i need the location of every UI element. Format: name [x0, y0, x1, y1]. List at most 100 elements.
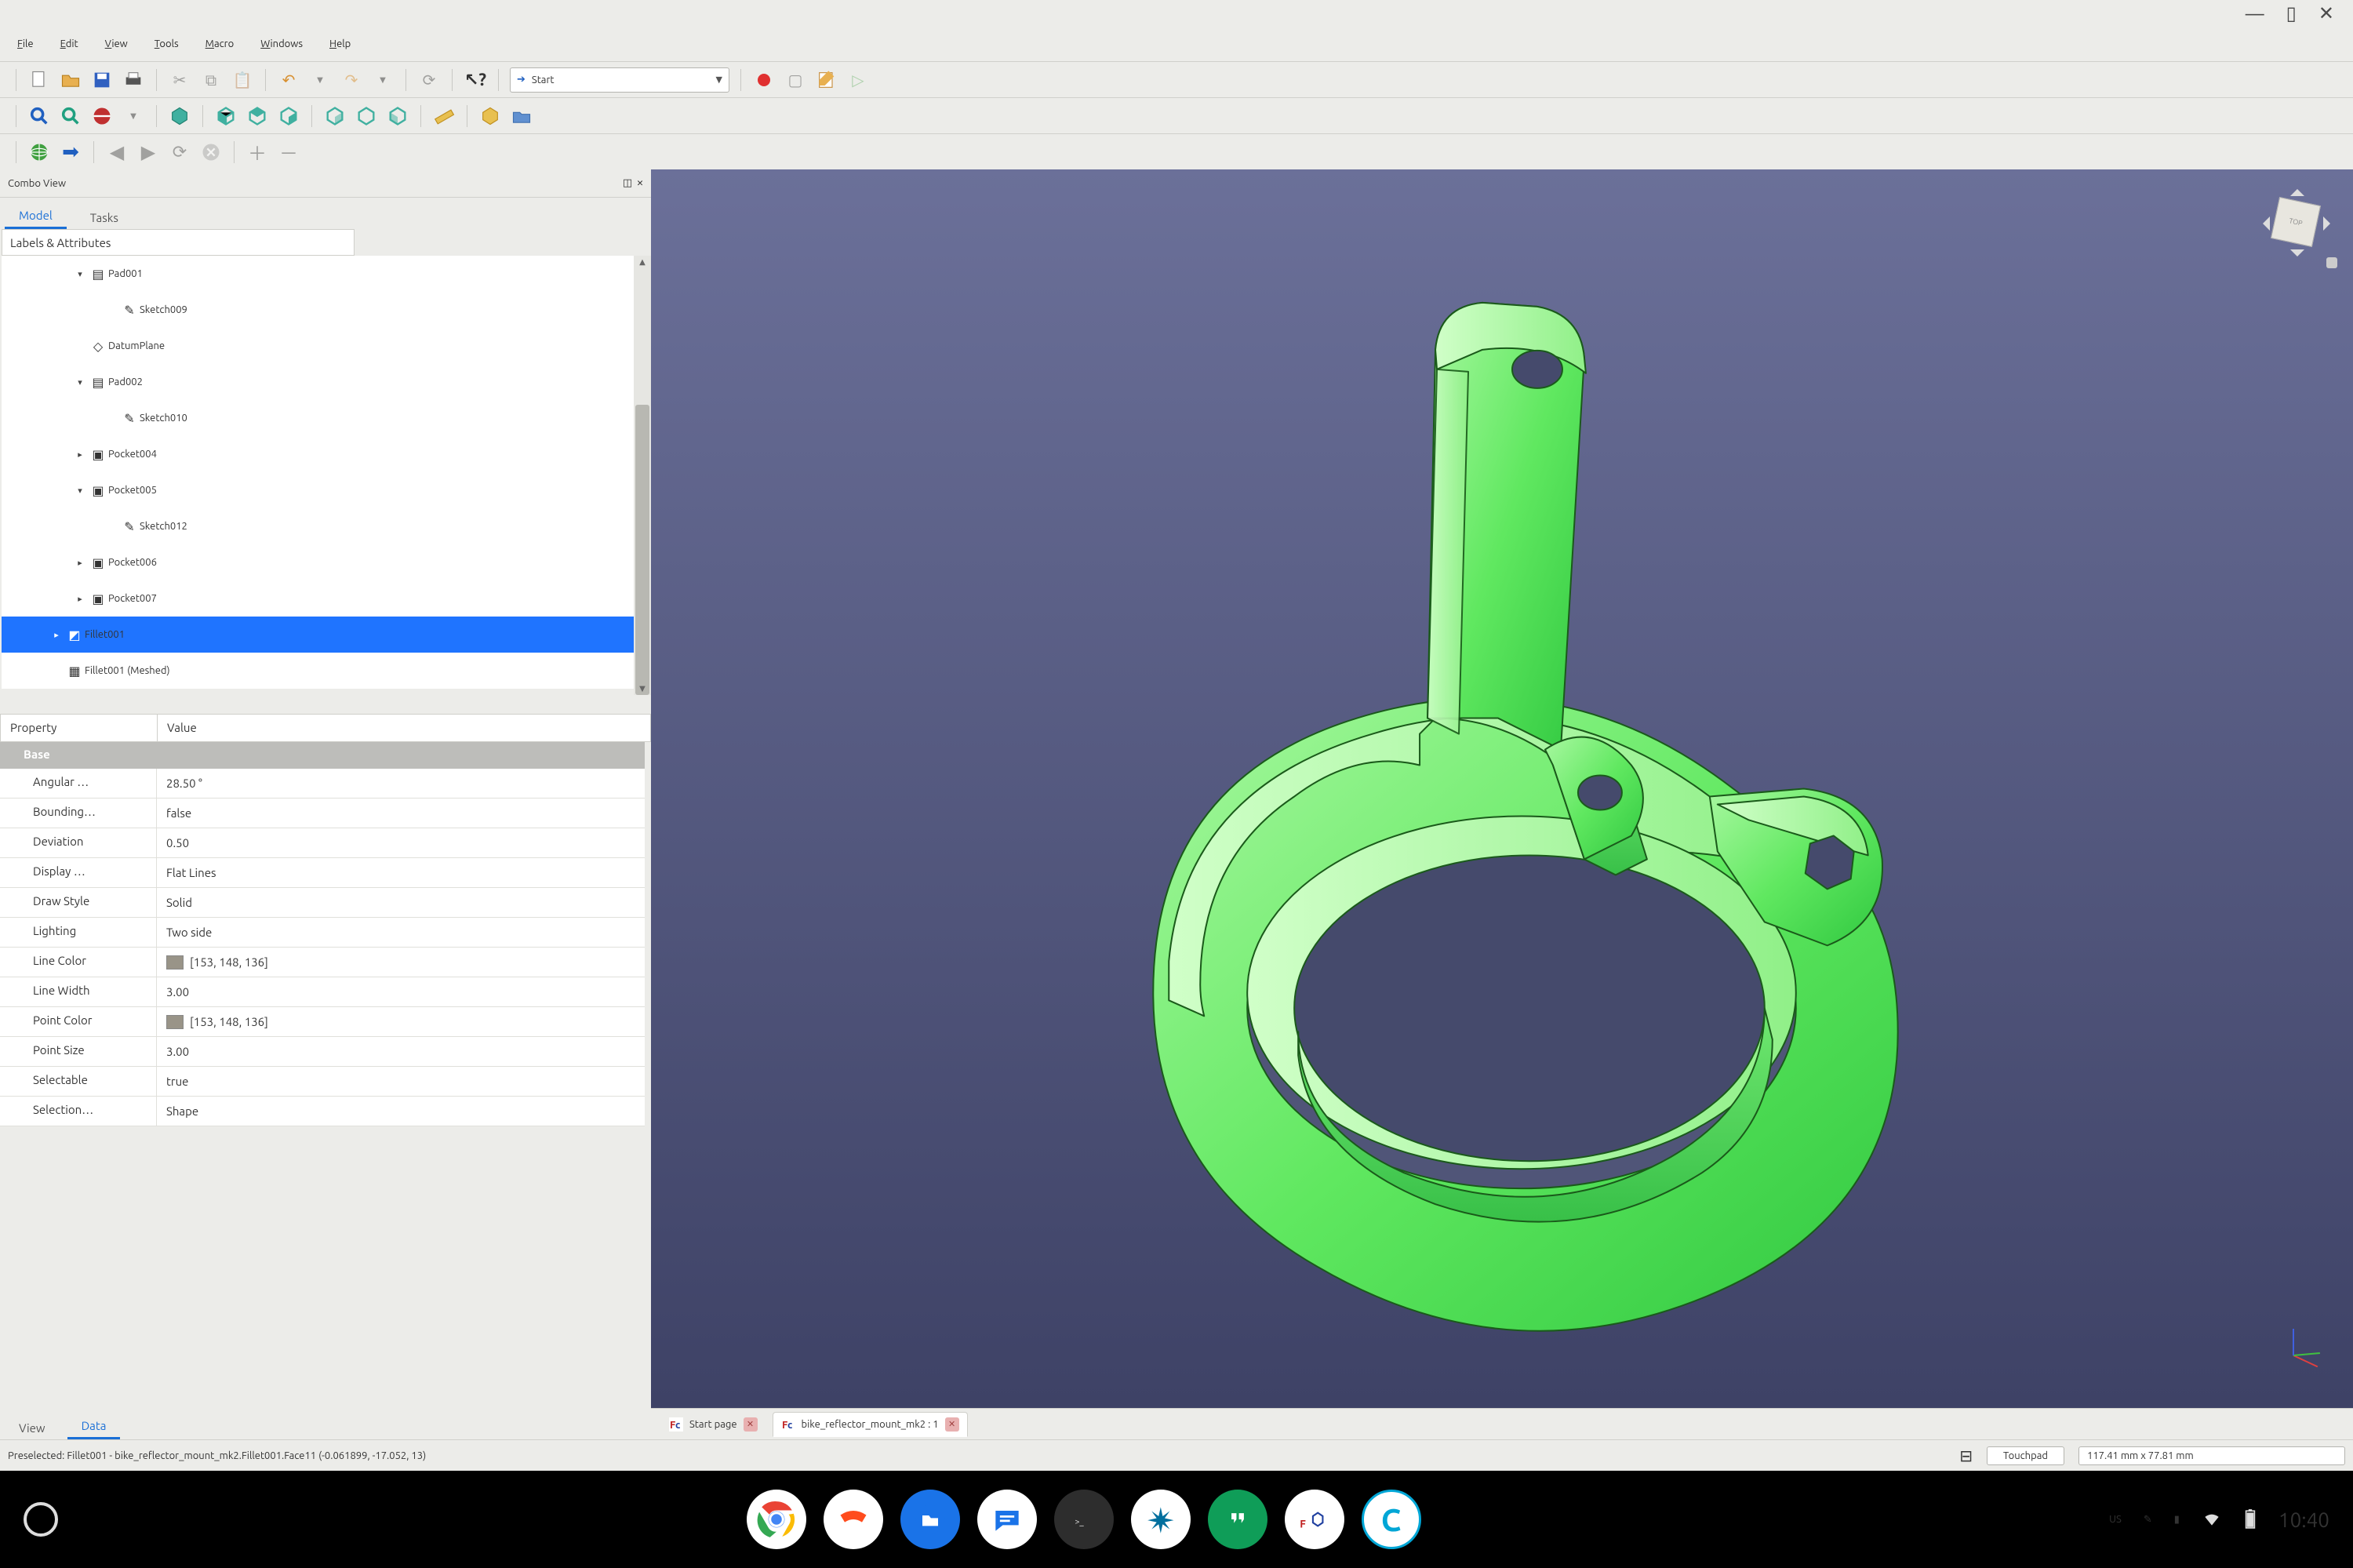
close-button[interactable]: ✕ [2318, 2, 2334, 24]
nav-refresh-button[interactable]: ⟳ [168, 140, 191, 164]
terminal-icon[interactable]: >_ [1054, 1490, 1114, 1549]
workbench-selector[interactable]: ➔Start ▼ [510, 67, 729, 93]
freecad-icon[interactable]: F [1285, 1490, 1344, 1549]
property-row[interactable]: Angular …28.50 ° [0, 769, 645, 799]
whatsthis-button[interactable]: ↖? [464, 68, 487, 92]
stylus-icon[interactable]: ✎ [2144, 1514, 2152, 1526]
paste-button[interactable]: 📋 [231, 68, 254, 92]
property-row[interactable]: Deviation0.50 [0, 828, 645, 858]
zoom-out-button[interactable]: － [277, 140, 300, 164]
new-file-button[interactable] [27, 68, 51, 92]
group-button[interactable] [510, 104, 533, 128]
macro-run-button[interactable]: ▷ [846, 68, 870, 92]
clock[interactable]: 10:40 [2278, 1508, 2329, 1531]
macro-edit-button[interactable] [815, 68, 838, 92]
app-icon-blue[interactable] [1131, 1490, 1191, 1549]
fit-all-button[interactable] [27, 104, 51, 128]
doc-tab-start[interactable]: Fc Start page ✕ [660, 1412, 766, 1437]
close-panel-icon[interactable]: ✕ [637, 177, 643, 189]
undo-menu[interactable]: ▼ [308, 68, 332, 92]
maximize-button[interactable]: ▯ [2286, 2, 2297, 24]
launcher-button[interactable] [24, 1502, 58, 1537]
menu-windows[interactable]: Windows [260, 38, 303, 49]
tree-item[interactable]: ▸▣Pocket007 [2, 580, 645, 617]
minimize-button[interactable]: — [2246, 3, 2264, 24]
isometric-button[interactable] [168, 104, 191, 128]
print-button[interactable] [122, 68, 145, 92]
tree-header[interactable]: Labels & Attributes [2, 229, 355, 256]
nav-style[interactable]: Touchpad [1987, 1446, 2064, 1465]
fit-selection-button[interactable] [59, 104, 82, 128]
tree-item[interactable]: ▾▤Pad002 [2, 364, 645, 400]
close-tab-icon[interactable]: ✕ [744, 1417, 758, 1432]
tree-item[interactable]: ✎Sketch012 [2, 508, 645, 544]
macro-record-button[interactable] [752, 68, 776, 92]
draw-style-button[interactable] [90, 104, 114, 128]
copy-button[interactable]: ⧉ [199, 68, 223, 92]
undock-icon[interactable]: ◫ [623, 177, 632, 189]
cura-icon[interactable]: C [1362, 1490, 1421, 1549]
tab-tasks[interactable]: Tasks [76, 205, 133, 229]
redo-menu[interactable]: ▼ [371, 68, 395, 92]
nav-forward-button[interactable]: ▶ [136, 140, 160, 164]
tree-item[interactable]: ✎Sketch009 [2, 292, 645, 328]
tree-item[interactable]: ▸◩Fillet001 [2, 617, 645, 653]
macro-stop-button[interactable]: ▢ [784, 68, 807, 92]
refresh-button[interactable]: ⟳ [417, 68, 441, 92]
close-tab-icon[interactable]: ✕ [945, 1417, 959, 1432]
tree-item[interactable]: ▾▤Pad001 [2, 256, 645, 292]
bottom-view-button[interactable] [355, 104, 378, 128]
redo-button[interactable]: ↷ [340, 68, 363, 92]
right-view-button[interactable] [277, 104, 300, 128]
tab-view[interactable]: View [5, 1415, 60, 1439]
property-row[interactable]: Selectabletrue [0, 1067, 645, 1097]
tree-item[interactable]: ▦Fillet001 (Meshed) [2, 653, 645, 689]
front-view-button[interactable] [214, 104, 238, 128]
tree-item[interactable]: ▸▣Pocket006 [2, 544, 645, 580]
notification-icon[interactable]: ▮ [2174, 1514, 2180, 1526]
menu-file[interactable]: File [17, 38, 34, 49]
menu-tools[interactable]: Tools [155, 38, 179, 49]
part-button[interactable] [478, 104, 502, 128]
save-button[interactable] [90, 68, 114, 92]
mouse-mode-icon[interactable]: ⊟ [1959, 1446, 1973, 1465]
tree-scrollbar[interactable]: ▲▼ [634, 256, 651, 695]
tab-model[interactable]: Model [5, 202, 67, 229]
battery-icon[interactable] [2244, 1508, 2257, 1531]
lang-indicator[interactable]: US [2109, 1514, 2122, 1525]
tree-item[interactable]: ▸▣Pocket004 [2, 436, 645, 472]
property-row[interactable]: Line Color[153, 148, 136] [0, 948, 645, 977]
nav-back-button[interactable]: ◀ [105, 140, 129, 164]
property-row[interactable]: Line Width3.00 [0, 977, 645, 1007]
navigation-cube[interactable]: TOP [2257, 184, 2336, 262]
doc-tab-document[interactable]: Fc bike_reflector_mount_mk2 : 1 ✕ [773, 1412, 968, 1437]
open-file-button[interactable] [59, 68, 82, 92]
chrome-icon[interactable] [747, 1490, 806, 1549]
nav-stop-button[interactable] [199, 140, 223, 164]
web-home-button[interactable] [27, 140, 51, 164]
menu-macro[interactable]: Macro [205, 38, 235, 49]
tree-item[interactable]: ✎Sketch010 [2, 400, 645, 436]
zoom-in-button[interactable]: ＋ [245, 140, 269, 164]
draw-style-menu[interactable]: ▼ [122, 104, 145, 128]
3d-viewport[interactable]: TOP [651, 169, 2353, 1408]
top-view-button[interactable] [245, 104, 269, 128]
web-next-button[interactable]: ➡ [59, 140, 82, 164]
wifi-icon[interactable] [2202, 1508, 2222, 1531]
property-row[interactable]: Bounding…false [0, 799, 645, 828]
cut-button[interactable]: ✂ [168, 68, 191, 92]
hangouts-icon[interactable] [1208, 1490, 1267, 1549]
menu-view[interactable]: View [105, 38, 128, 49]
stadia-icon[interactable] [824, 1490, 883, 1549]
left-view-button[interactable] [386, 104, 409, 128]
menu-edit[interactable]: Edit [60, 38, 78, 49]
tree-item[interactable]: ◇DatumPlane [2, 328, 645, 364]
property-row[interactable]: LightingTwo side [0, 918, 645, 948]
property-row[interactable]: Display …Flat Lines [0, 858, 645, 888]
undo-button[interactable]: ↶ [277, 68, 300, 92]
files-icon[interactable] [900, 1490, 960, 1549]
property-row[interactable]: Selection…Shape [0, 1097, 645, 1126]
property-row[interactable]: Point Color[153, 148, 136] [0, 1007, 645, 1037]
property-row[interactable]: Point Size3.00 [0, 1037, 645, 1067]
property-row[interactable]: Draw StyleSolid [0, 888, 645, 918]
